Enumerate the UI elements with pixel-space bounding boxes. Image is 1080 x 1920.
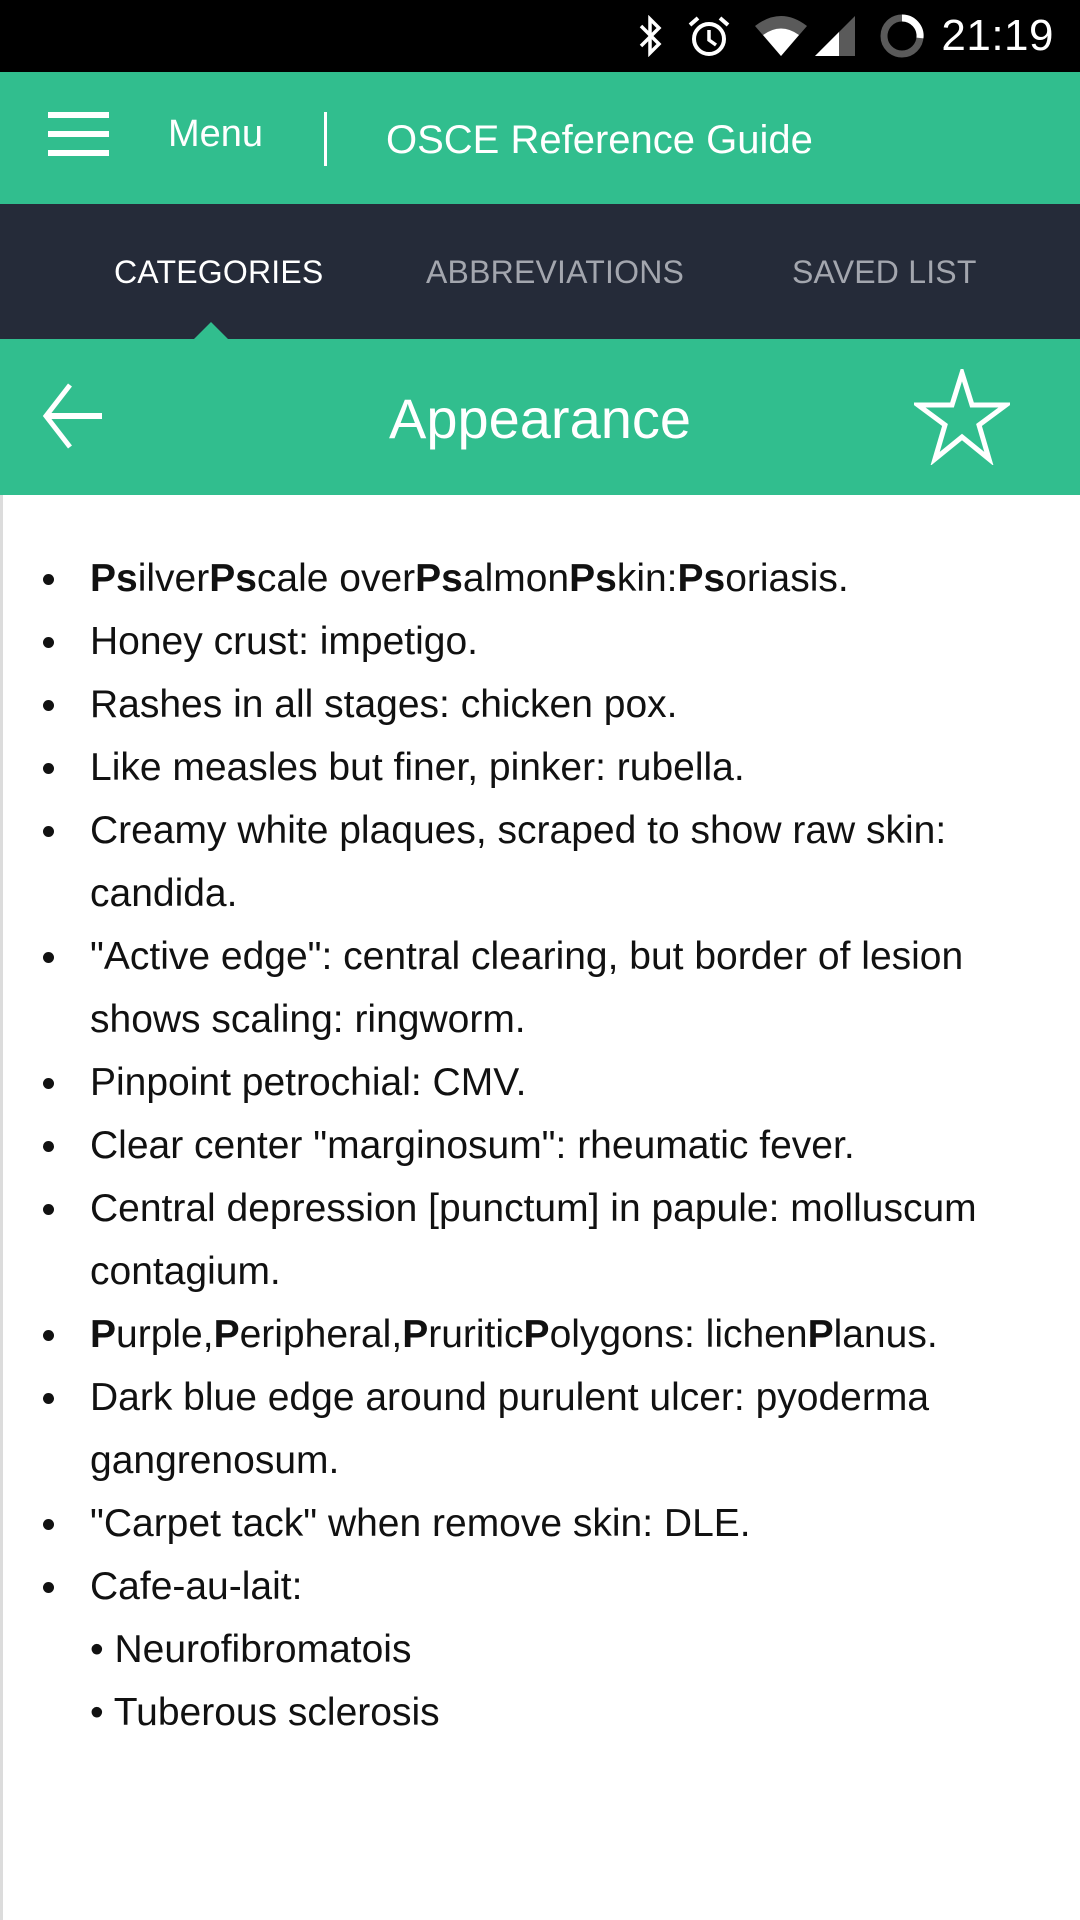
bullet-icon bbox=[43, 763, 54, 774]
menu-button[interactable]: Menu bbox=[168, 111, 263, 157]
mnemonic-letter: Ps bbox=[677, 557, 726, 600]
item-text: Clear center "marginosum": rheumatic fev… bbox=[90, 1124, 855, 1167]
mnemonic-letter: P bbox=[90, 1313, 117, 1356]
app-bar: Menu OSCE Reference Guide bbox=[0, 72, 1080, 204]
mnemonic-letter: P bbox=[807, 1313, 834, 1356]
category-header: Appearance bbox=[0, 339, 1080, 495]
bullet-icon bbox=[43, 1330, 54, 1341]
list-item: Pinpoint petrochial: CMV. bbox=[3, 1051, 1080, 1114]
cell-signal-icon bbox=[813, 14, 857, 58]
wifi-icon bbox=[753, 14, 809, 58]
bullet-icon bbox=[43, 637, 54, 648]
item-text: oriasis. bbox=[725, 557, 849, 600]
tab-categories[interactable]: CATEGORIES bbox=[114, 252, 323, 292]
list-item: Like measles but finer, pinker: rubella. bbox=[3, 736, 1080, 799]
list-item: Clear center "marginosum": rheumatic fev… bbox=[3, 1114, 1080, 1177]
appearance-list: PsilverPscale overPsalmonPskin:Psoriasis… bbox=[3, 547, 1080, 1744]
item-text: kin: bbox=[616, 557, 678, 600]
bullet-icon bbox=[43, 1519, 54, 1530]
favorite-button[interactable] bbox=[910, 364, 1014, 467]
item-text: ruritic bbox=[428, 1313, 524, 1356]
bullet-icon bbox=[43, 952, 54, 963]
list-item: PsilverPscale overPsalmonPskin:Psoriasis… bbox=[3, 547, 1080, 610]
item-text: olygons: lichen bbox=[549, 1313, 808, 1356]
app-title: OSCE Reference Guide bbox=[386, 118, 813, 162]
bullet-icon bbox=[43, 1582, 54, 1593]
bullet-icon bbox=[43, 1078, 54, 1089]
list-item: Rashes in all stages: chicken pox. bbox=[3, 673, 1080, 736]
item-text: cale over bbox=[256, 557, 416, 600]
item-text: Pinpoint petrochial: CMV. bbox=[90, 1061, 527, 1104]
bullet-icon bbox=[43, 700, 54, 711]
active-tab-indicator bbox=[193, 322, 229, 340]
sub-list-item: • Tuberous sclerosis bbox=[90, 1691, 440, 1734]
list-item: Creamy white plaques, scraped to show ra… bbox=[3, 799, 1080, 925]
mnemonic-letter: Ps bbox=[415, 557, 463, 600]
item-text: Dark blue edge around purulent ulcer: py… bbox=[90, 1376, 930, 1482]
bullet-icon bbox=[43, 826, 54, 837]
item-text: "Carpet tack" when remove skin: DLE. bbox=[90, 1502, 751, 1545]
mnemonic-letter: P bbox=[523, 1313, 550, 1356]
mnemonic-letter: P bbox=[213, 1313, 240, 1356]
tab-saved-list[interactable]: SAVED LIST bbox=[792, 252, 977, 292]
bullet-icon bbox=[43, 1393, 54, 1404]
item-text: Like measles but finer, pinker: rubella. bbox=[90, 746, 745, 789]
item-text: eripheral, bbox=[239, 1313, 403, 1356]
item-text: lanus. bbox=[833, 1313, 938, 1356]
list-item: Honey crust: impetigo. bbox=[3, 610, 1080, 673]
item-text: almon bbox=[462, 557, 570, 600]
item-text: "Active edge": central clearing, but bor… bbox=[90, 935, 964, 1041]
tab-bar: CATEGORIES ABBREVIATIONS SAVED LIST bbox=[0, 204, 1080, 340]
mnemonic-letter: Ps bbox=[90, 557, 138, 600]
list-item: "Carpet tack" when remove skin: DLE. bbox=[3, 1492, 1080, 1555]
item-text: Rashes in all stages: chicken pox. bbox=[90, 683, 678, 726]
mnemonic-letter: P bbox=[402, 1313, 429, 1356]
item-text: Central depression [punctum] in papule: … bbox=[90, 1187, 977, 1293]
bullet-icon bbox=[43, 1204, 54, 1215]
alarm-icon bbox=[687, 14, 731, 58]
item-text: urple, bbox=[116, 1313, 214, 1356]
hamburger-icon[interactable] bbox=[48, 112, 109, 156]
list-item: Dark blue edge around purulent ulcer: py… bbox=[3, 1366, 1080, 1492]
item-text: Cafe-au-lait: bbox=[90, 1565, 303, 1608]
list-item: Cafe-au-lait: • Neurofibromatois • Tuberou… bbox=[3, 1555, 1080, 1744]
list-item: Central depression [punctum] in papule: … bbox=[3, 1177, 1080, 1303]
list-item: "Active edge": central clearing, but bor… bbox=[3, 925, 1080, 1051]
bullet-icon bbox=[43, 574, 54, 585]
item-text: Honey crust: impetigo. bbox=[90, 620, 479, 663]
status-bar: 21:19 bbox=[0, 0, 1080, 72]
bluetooth-icon bbox=[637, 15, 665, 57]
mnemonic-letter: Ps bbox=[209, 557, 257, 600]
list-item: Purple,Peripheral,PruriticPolygons: lich… bbox=[3, 1303, 1080, 1366]
star-outline-icon bbox=[910, 364, 1014, 467]
mnemonic-letter: Ps bbox=[569, 557, 617, 600]
tab-abbreviations[interactable]: ABBREVIATIONS bbox=[426, 252, 684, 292]
status-clock: 21:19 bbox=[941, 11, 1054, 60]
item-text: Creamy white plaques, scraped to show ra… bbox=[90, 809, 947, 915]
sub-list-item: • Neurofibromatois bbox=[90, 1628, 412, 1671]
bullet-icon bbox=[43, 1141, 54, 1152]
item-text: ilver bbox=[137, 557, 210, 600]
app-bar-divider bbox=[324, 112, 327, 166]
battery-charging-icon bbox=[879, 13, 925, 59]
content-area: PsilverPscale overPsalmonPskin:Psoriasis… bbox=[0, 495, 1080, 1920]
